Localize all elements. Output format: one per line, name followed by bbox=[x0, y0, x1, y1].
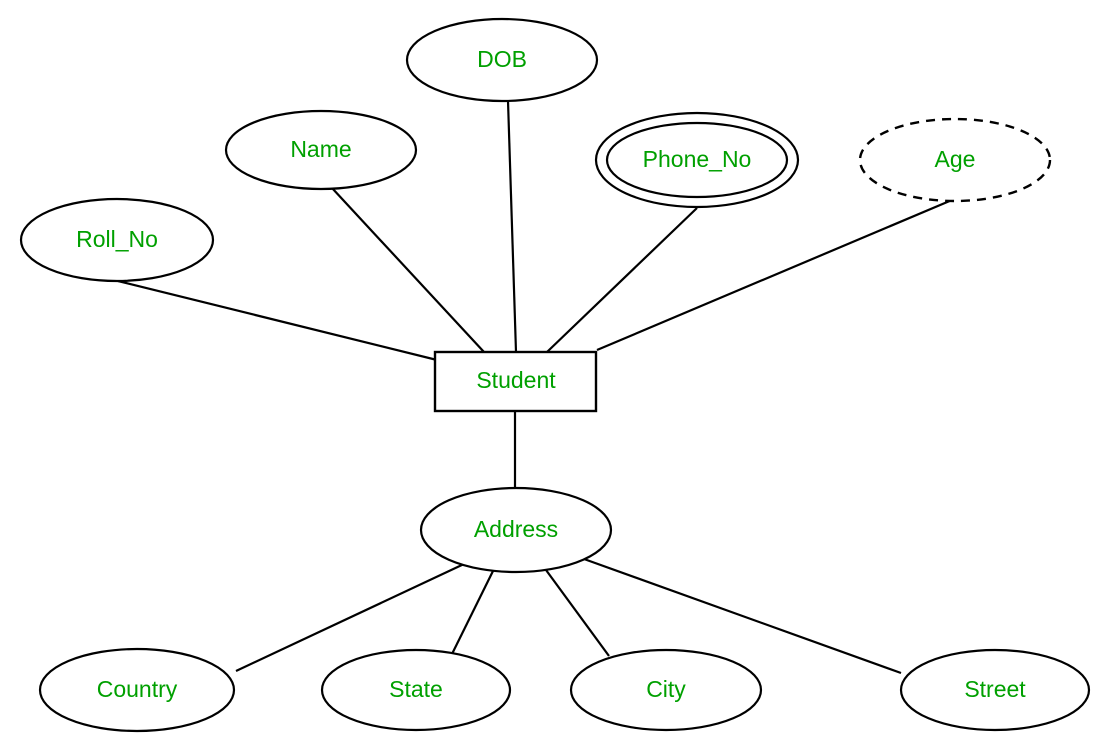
age-label: Age bbox=[935, 146, 976, 172]
node-name[interactable]: Name bbox=[224, 109, 418, 191]
roll-no-label: Roll_No bbox=[76, 226, 158, 252]
node-age[interactable]: Age bbox=[858, 117, 1052, 203]
er-diagram-svg: Roll_No Name DOB Phone_No Age Student Ad… bbox=[19, 17, 1091, 733]
edge-address-state bbox=[451, 570, 494, 655]
node-phone-no[interactable]: Phone_No bbox=[594, 111, 800, 209]
edge-age-student bbox=[596, 198, 953, 352]
node-state[interactable]: State bbox=[320, 648, 512, 732]
student-label: Student bbox=[476, 367, 556, 393]
edge-address-city bbox=[545, 569, 610, 657]
node-roll-no[interactable]: Roll_No bbox=[19, 197, 215, 283]
country-label: Country bbox=[97, 676, 178, 702]
state-label: State bbox=[389, 676, 443, 702]
dob-label: DOB bbox=[477, 46, 527, 72]
node-city[interactable]: City bbox=[569, 648, 763, 732]
node-address[interactable]: Address bbox=[419, 486, 613, 574]
er-diagram-canvas: Roll_No Name DOB Phone_No Age Student Ad… bbox=[0, 0, 1112, 753]
node-street[interactable]: Street bbox=[899, 648, 1091, 732]
edge-dob-student bbox=[506, 100, 518, 353]
phone-no-label: Phone_No bbox=[643, 146, 752, 172]
edge-phoneno-student bbox=[546, 207, 698, 353]
edge-name-student bbox=[331, 187, 485, 353]
city-label: City bbox=[646, 676, 686, 702]
node-country[interactable]: Country bbox=[38, 647, 236, 733]
name-label: Name bbox=[290, 136, 351, 162]
node-dob[interactable]: DOB bbox=[405, 17, 599, 103]
node-student[interactable]: Student bbox=[433, 350, 598, 413]
address-label: Address bbox=[474, 516, 558, 542]
edge-rollno-student bbox=[117, 279, 438, 362]
street-label: Street bbox=[964, 676, 1026, 702]
